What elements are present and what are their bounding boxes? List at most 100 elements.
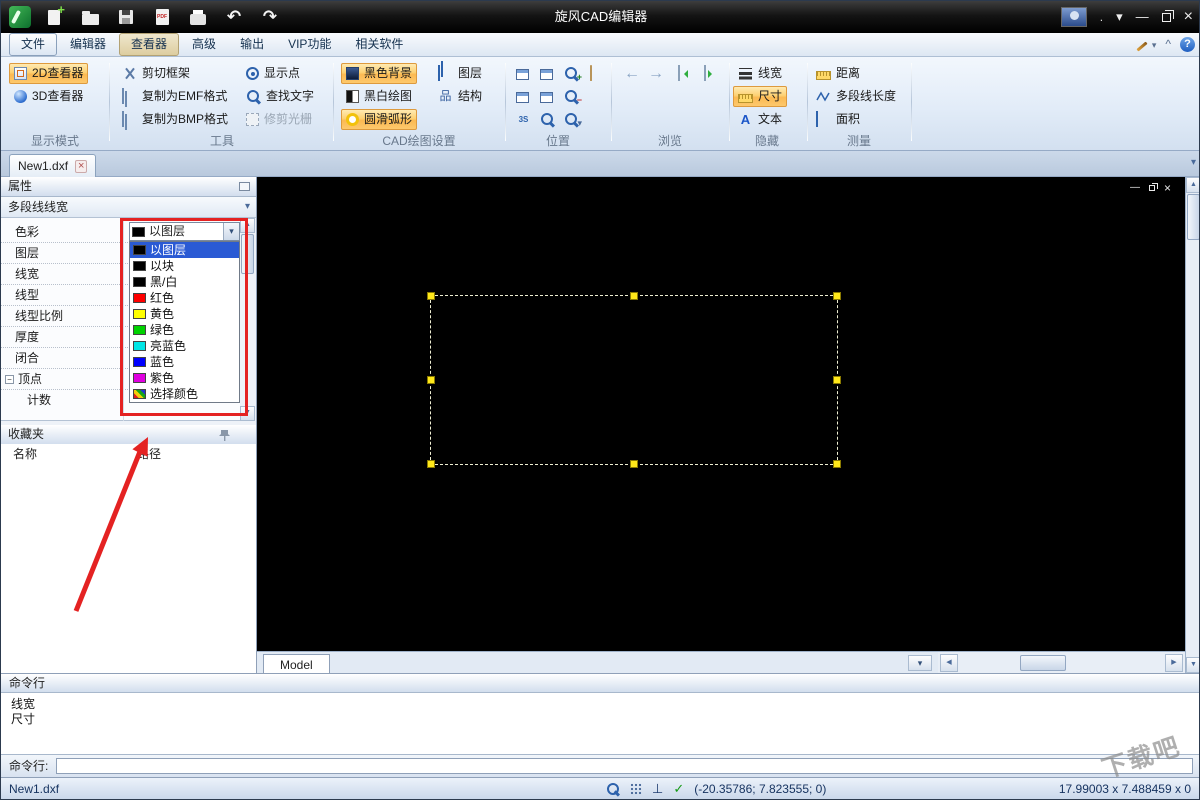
grip-handle[interactable]: [833, 292, 841, 300]
zoom-status-icon[interactable]: [607, 782, 620, 796]
close-button[interactable]: ×: [1184, 7, 1193, 26]
object-selector[interactable]: 多段线线宽 ▾: [1, 197, 256, 218]
tab-close-icon[interactable]: ×: [75, 159, 88, 173]
scrollbar-thumb[interactable]: [1020, 655, 1066, 671]
menu-vip[interactable]: VIP功能: [277, 34, 342, 54]
minimize-button[interactable]: —: [1136, 9, 1149, 25]
menu-output[interactable]: 输出: [229, 34, 275, 54]
group-cad-settings: 黑色背景 黑白绘图 圆滑弧形 图层 品结构 CAD绘图设置: [337, 57, 501, 151]
scroll-right-icon[interactable]: ▶: [1165, 654, 1183, 672]
undo-button[interactable]: ↶: [221, 4, 247, 30]
layout-expand-icon[interactable]: ▾: [908, 655, 932, 671]
zoom-in-button[interactable]: +: [559, 63, 584, 84]
3d-viewer-button[interactable]: 3D查看器: [9, 86, 88, 107]
menu-viewer[interactable]: 查看器: [119, 33, 180, 56]
zoom-previous-button[interactable]: [535, 109, 560, 130]
pan-button[interactable]: [585, 63, 610, 84]
tabbar-expand-icon[interactable]: ▾: [1191, 157, 1196, 169]
scrollbar-thumb[interactable]: [1187, 194, 1199, 240]
trim-raster-button[interactable]: 修剪光栅: [241, 109, 317, 130]
command-line: 线宽: [11, 697, 36, 711]
collapse-box-icon[interactable]: −: [5, 374, 14, 384]
grip-handle[interactable]: [427, 292, 435, 300]
canvas-restore-icon[interactable]: [1148, 183, 1158, 192]
grip-handle[interactable]: [833, 376, 841, 384]
next-view-button[interactable]: [699, 63, 724, 84]
canvas-minimize-icon[interactable]: —: [1130, 182, 1140, 194]
new-file-button[interactable]: [41, 2, 67, 30]
grip-handle[interactable]: [427, 460, 435, 468]
drawing-canvas[interactable]: — ×: [257, 177, 1185, 651]
help-icon[interactable]: ?: [1180, 37, 1195, 52]
open-file-button[interactable]: [77, 4, 103, 30]
smooth-arc-button[interactable]: 圆滑弧形: [341, 109, 418, 130]
user-avatar[interactable]: [1060, 7, 1087, 27]
black-background-button[interactable]: 黑色背景: [341, 63, 418, 84]
clip-frame-button[interactable]: 剪切框架: [117, 63, 195, 84]
selector-dropdown-icon: ▾: [244, 201, 250, 212]
back-button[interactable]: ←: [619, 63, 645, 84]
redo-button[interactable]: ↷: [257, 4, 283, 30]
hide-line-width-button[interactable]: 线宽: [733, 63, 787, 84]
measure-polyline-button[interactable]: 多段线长度: [811, 86, 901, 107]
scroll-down-icon[interactable]: ▼: [1186, 657, 1199, 673]
structure-button[interactable]: 品结构: [433, 86, 487, 107]
zoom-in-icon: +: [564, 66, 582, 82]
ortho-icon[interactable]: ⊥: [652, 781, 663, 797]
hide-dimension-button[interactable]: 尺寸: [733, 86, 788, 107]
zoom-scale-button[interactable]: ▾: [559, 109, 584, 130]
group-label-tools: 工具: [209, 133, 234, 148]
selection-rectangle[interactable]: [427, 292, 841, 468]
osnap-check-icon[interactable]: ✓: [673, 781, 684, 797]
titlebar-chevron-icon[interactable]: ▾: [1116, 9, 1123, 25]
print-button[interactable]: [185, 4, 211, 30]
export-pdf-button[interactable]: PDF: [149, 4, 175, 30]
menu-file[interactable]: 文件: [9, 33, 58, 56]
canvas-horizontal-scrollbar[interactable]: ◀ ▶: [938, 651, 1185, 673]
point-icon: [246, 67, 259, 80]
collapse-ribbon-button[interactable]: ^: [1165, 37, 1171, 51]
zoom-extent-button[interactable]: [511, 86, 534, 107]
fit-width-button[interactable]: [535, 63, 558, 84]
menu-advanced[interactable]: 高级: [181, 34, 227, 54]
maximize-button[interactable]: [1161, 9, 1174, 22]
group-separator: [807, 63, 808, 141]
copy-emf-button[interactable]: 复制为EMF格式: [117, 86, 232, 107]
group-label-measure: 测量: [846, 133, 871, 148]
command-input[interactable]: [56, 758, 1193, 774]
find-text-button[interactable]: 查找文字: [241, 86, 319, 107]
model-tab[interactable]: Model: [263, 654, 330, 674]
prev-view-button[interactable]: [673, 63, 698, 84]
canvas-close-icon[interactable]: ×: [1164, 181, 1171, 195]
menu-editor[interactable]: 编辑器: [59, 34, 117, 54]
fit-window-button[interactable]: [511, 63, 534, 84]
panel-menu-icon[interactable]: [239, 182, 250, 191]
titlebar: PDF ↶ ↷ 旋风CAD编辑器 . ▾ — ×: [1, 1, 1199, 33]
bw-drawing-button[interactable]: 黑白绘图: [341, 86, 417, 107]
canvas-vertical-scrollbar[interactable]: ▲ ▼: [1185, 177, 1199, 673]
column-name[interactable]: 名称: [13, 447, 37, 461]
scroll-left-icon[interactable]: ◀: [940, 654, 958, 672]
pin-icon[interactable]: [219, 429, 230, 442]
layers-button[interactable]: 图层: [433, 63, 487, 84]
style-pencil-button[interactable]: ▾: [1136, 37, 1156, 52]
forward-button[interactable]: →: [643, 63, 669, 84]
grip-handle[interactable]: [833, 460, 841, 468]
grid-snap-icon[interactable]: [630, 783, 642, 795]
document-tab[interactable]: New1.dxf ×: [9, 154, 97, 177]
scroll-up-icon[interactable]: ▲: [1186, 177, 1199, 193]
grip-handle[interactable]: [630, 292, 638, 300]
3s-view-button[interactable]: 3S: [511, 109, 536, 130]
zoom-out-button[interactable]: −: [559, 86, 584, 107]
hide-text-button[interactable]: A 文本: [733, 109, 787, 130]
zoom-selection-button[interactable]: [535, 86, 558, 107]
menu-related-software[interactable]: 相关软件: [344, 34, 414, 54]
measure-area-button[interactable]: 面积: [811, 109, 865, 130]
2d-viewer-button[interactable]: 2D查看器: [9, 63, 89, 84]
measure-distance-button[interactable]: 距离: [811, 63, 865, 84]
save-button[interactable]: [113, 4, 139, 30]
show-points-button[interactable]: 显示点: [241, 63, 305, 84]
grip-handle[interactable]: [630, 460, 638, 468]
copy-bmp-button[interactable]: 复制为BMP格式: [117, 109, 233, 130]
grip-handle[interactable]: [427, 376, 435, 384]
